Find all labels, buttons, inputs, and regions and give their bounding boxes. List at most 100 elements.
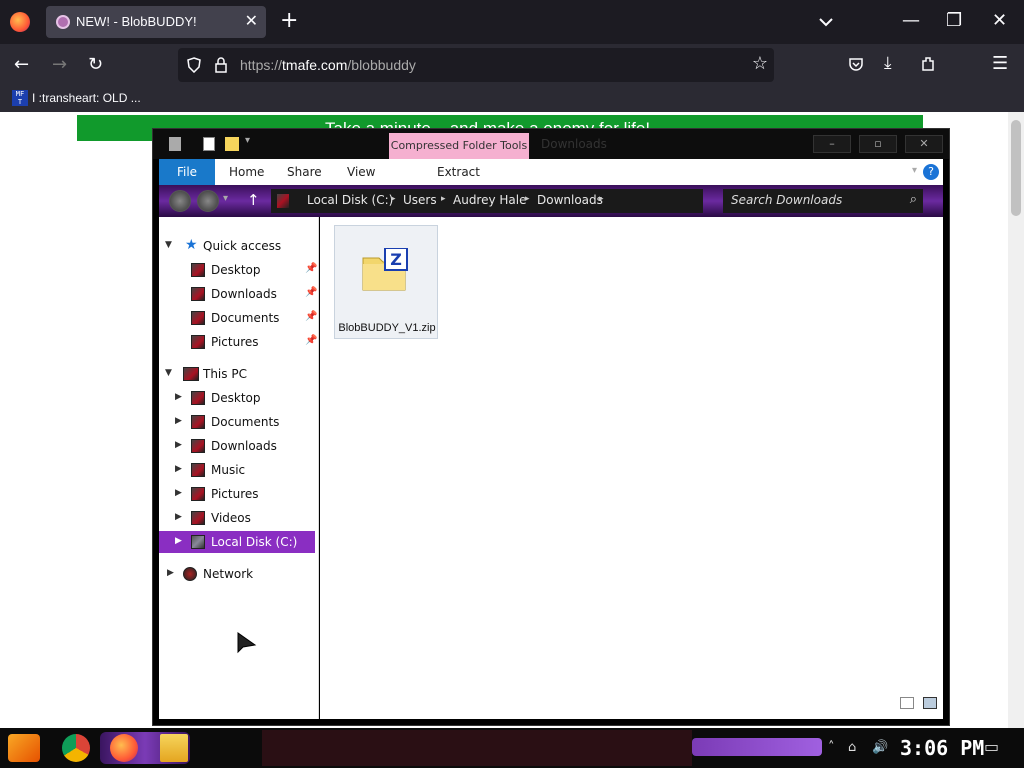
chevron-right-icon[interactable]: ▸ — [599, 194, 604, 204]
minimize-button[interactable]: — — [902, 10, 920, 31]
breadcrumb-audrey-hale[interactable]: Audrey Hale — [453, 193, 527, 207]
sidebar-item-quick-access[interactable]: ▼ ★ Quick access — [159, 235, 315, 257]
sidebar-item-pc-videos[interactable]: ▶ Videos — [159, 507, 315, 529]
up-arrow-icon[interactable]: ↑ — [247, 191, 260, 209]
forward-icon[interactable]: → — [52, 54, 67, 75]
ribbon-home-tab[interactable]: Home — [229, 165, 264, 179]
chevron-right-icon[interactable]: ▶ — [175, 440, 182, 450]
sidebar-item-quick-pictures[interactable]: Pictures 📌 — [159, 331, 317, 353]
chevron-right-icon[interactable]: ▸ — [525, 194, 530, 204]
ribbon-share-tab[interactable]: Share — [287, 165, 322, 179]
firefox-icon[interactable] — [110, 734, 138, 762]
explorer-maximize-button[interactable]: ▫ — [859, 135, 897, 153]
new-folder-icon[interactable] — [225, 137, 239, 151]
sidebar-item-pc-desktop[interactable]: ▶ Desktop — [159, 387, 315, 409]
list-all-tabs-icon[interactable] — [816, 12, 836, 32]
ribbon-file-tab[interactable]: File — [159, 159, 215, 185]
sidebar-item-local-disk[interactable]: ▶ Local Disk (C:) — [159, 531, 315, 553]
search-input[interactable]: Search Downloads ⌕ — [723, 189, 923, 213]
file-explorer-icon[interactable] — [160, 734, 188, 762]
sidebar-item-this-pc[interactable]: ▼ This PC — [159, 363, 315, 385]
chevron-down-icon[interactable]: ▼ — [165, 240, 172, 250]
extensions-icon[interactable] — [920, 55, 936, 73]
show-hidden-icons-icon[interactable]: ˄ — [828, 740, 835, 755]
taskbar-decoration — [692, 738, 822, 756]
file-item[interactable]: Z BlobBUDDY_V1.zip — [334, 225, 438, 339]
chrome-icon[interactable] — [62, 734, 90, 762]
sidebar-item-label: Network — [203, 567, 254, 581]
page-scrollbar[interactable] — [1008, 112, 1024, 728]
chevron-right-icon[interactable]: ▶ — [175, 536, 182, 546]
search-icon[interactable]: ⌕ — [910, 192, 917, 207]
window-title: Downloads — [541, 137, 607, 151]
network-icon — [183, 567, 197, 581]
file-list-pane[interactable]: Z BlobBUDDY_V1.zip — [320, 217, 943, 719]
bookmark-star-icon[interactable]: ☆ — [752, 53, 768, 74]
scrollbar-thumb[interactable] — [1011, 120, 1021, 216]
start-button[interactable] — [8, 734, 40, 762]
sidebar-item-label: Desktop — [211, 391, 261, 405]
chevron-right-icon[interactable]: ▶ — [175, 416, 182, 426]
ribbon-extract-tab[interactable]: Extract — [437, 165, 480, 179]
back-button[interactable] — [169, 190, 191, 212]
explorer-app-icon[interactable] — [169, 137, 181, 151]
chevron-right-icon[interactable]: ▶ — [175, 488, 182, 498]
reload-icon[interactable]: ↻ — [88, 54, 103, 75]
chevron-right-icon[interactable]: ▶ — [175, 392, 182, 402]
ribbon-view-tab[interactable]: View — [347, 165, 375, 179]
volume-icon[interactable]: 🔊 — [872, 740, 888, 755]
explorer-title-bar[interactable]: ▾ Compressed Folder Tools Downloads – ▫ … — [153, 129, 949, 159]
tab-blobbuddy[interactable]: NEW! - BlobBUDDY! ✕ — [46, 6, 266, 38]
url-bar[interactable]: https://tmafe.com/blobbuddy ☆ — [178, 48, 774, 82]
network-tray-icon[interactable]: ⌂ — [848, 740, 856, 755]
explorer-close-button[interactable]: ✕ — [905, 135, 943, 153]
clock[interactable]: 3:06 PM — [900, 736, 984, 760]
sidebar-item-label: This PC — [203, 367, 247, 381]
sidebar-item-quick-downloads[interactable]: Downloads 📌 — [159, 283, 317, 305]
firefox-logo-icon[interactable] — [10, 12, 30, 32]
customize-toolbar-icon[interactable]: ▾ — [245, 135, 250, 146]
shield-icon[interactable] — [186, 57, 202, 73]
downloads-icon[interactable]: ⤓ — [884, 53, 892, 73]
close-window-button[interactable]: ✕ — [992, 10, 1007, 31]
bookmark-item[interactable]: I :transheart: OLD ... — [32, 91, 141, 105]
large-icons-view-icon[interactable] — [923, 697, 937, 709]
explorer-minimize-button[interactable]: – — [813, 135, 851, 153]
sidebar-item-pc-documents[interactable]: ▶ Documents — [159, 411, 315, 433]
chevron-right-icon[interactable]: ▸ — [391, 194, 396, 204]
sidebar-item-pc-downloads[interactable]: ▶ Downloads — [159, 435, 315, 457]
desktop-folder-icon — [191, 391, 205, 405]
restore-button[interactable]: ❐ — [946, 10, 962, 31]
chevron-right-icon[interactable]: ▶ — [167, 568, 174, 578]
chevron-right-icon[interactable]: ▶ — [175, 464, 182, 474]
help-icon[interactable]: ? — [923, 164, 939, 180]
details-view-icon[interactable] — [899, 697, 914, 709]
breadcrumb-local-disk[interactable]: Local Disk (C:) — [307, 193, 393, 207]
file-name: BlobBUDDY_V1.zip — [338, 322, 436, 334]
chevron-right-icon[interactable]: ▸ — [441, 194, 446, 204]
sidebar-item-network[interactable]: ▶ Network — [159, 563, 315, 585]
chevron-right-icon[interactable]: ▶ — [175, 512, 182, 522]
menu-icon[interactable]: ☰ — [992, 53, 1008, 74]
sidebar-item-pc-music[interactable]: ▶ Music — [159, 459, 315, 481]
computer-icon — [183, 367, 199, 381]
recent-locations-icon[interactable]: ▾ — [223, 193, 228, 204]
url-text[interactable]: https://tmafe.com/blobbuddy — [240, 57, 416, 73]
sidebar-item-quick-documents[interactable]: Documents 📌 — [159, 307, 317, 329]
breadcrumb-users[interactable]: Users — [403, 193, 437, 207]
breadcrumb-downloads[interactable]: Downloads — [537, 193, 603, 207]
sidebar-item-quick-desktop[interactable]: Desktop 📌 — [159, 259, 317, 281]
chevron-down-icon[interactable]: ▼ — [165, 368, 172, 378]
back-icon[interactable]: ← — [14, 54, 29, 75]
new-tab-button[interactable]: + — [280, 10, 298, 32]
sidebar-item-pc-pictures[interactable]: ▶ Pictures — [159, 483, 315, 505]
forward-button[interactable] — [197, 190, 219, 212]
breadcrumb[interactable]: Local Disk (C:) ▸ Users ▸ Audrey Hale ▸ … — [271, 189, 703, 213]
lock-icon[interactable] — [214, 57, 228, 73]
notifications-icon[interactable]: ▭ — [984, 737, 999, 756]
tab-close-icon[interactable]: ✕ — [245, 11, 258, 30]
ribbon-expand-icon[interactable]: ▾ — [912, 165, 917, 176]
compressed-folder-tools-tab[interactable]: Compressed Folder Tools — [389, 133, 529, 159]
properties-icon[interactable] — [203, 137, 215, 151]
pocket-icon[interactable] — [848, 56, 864, 72]
